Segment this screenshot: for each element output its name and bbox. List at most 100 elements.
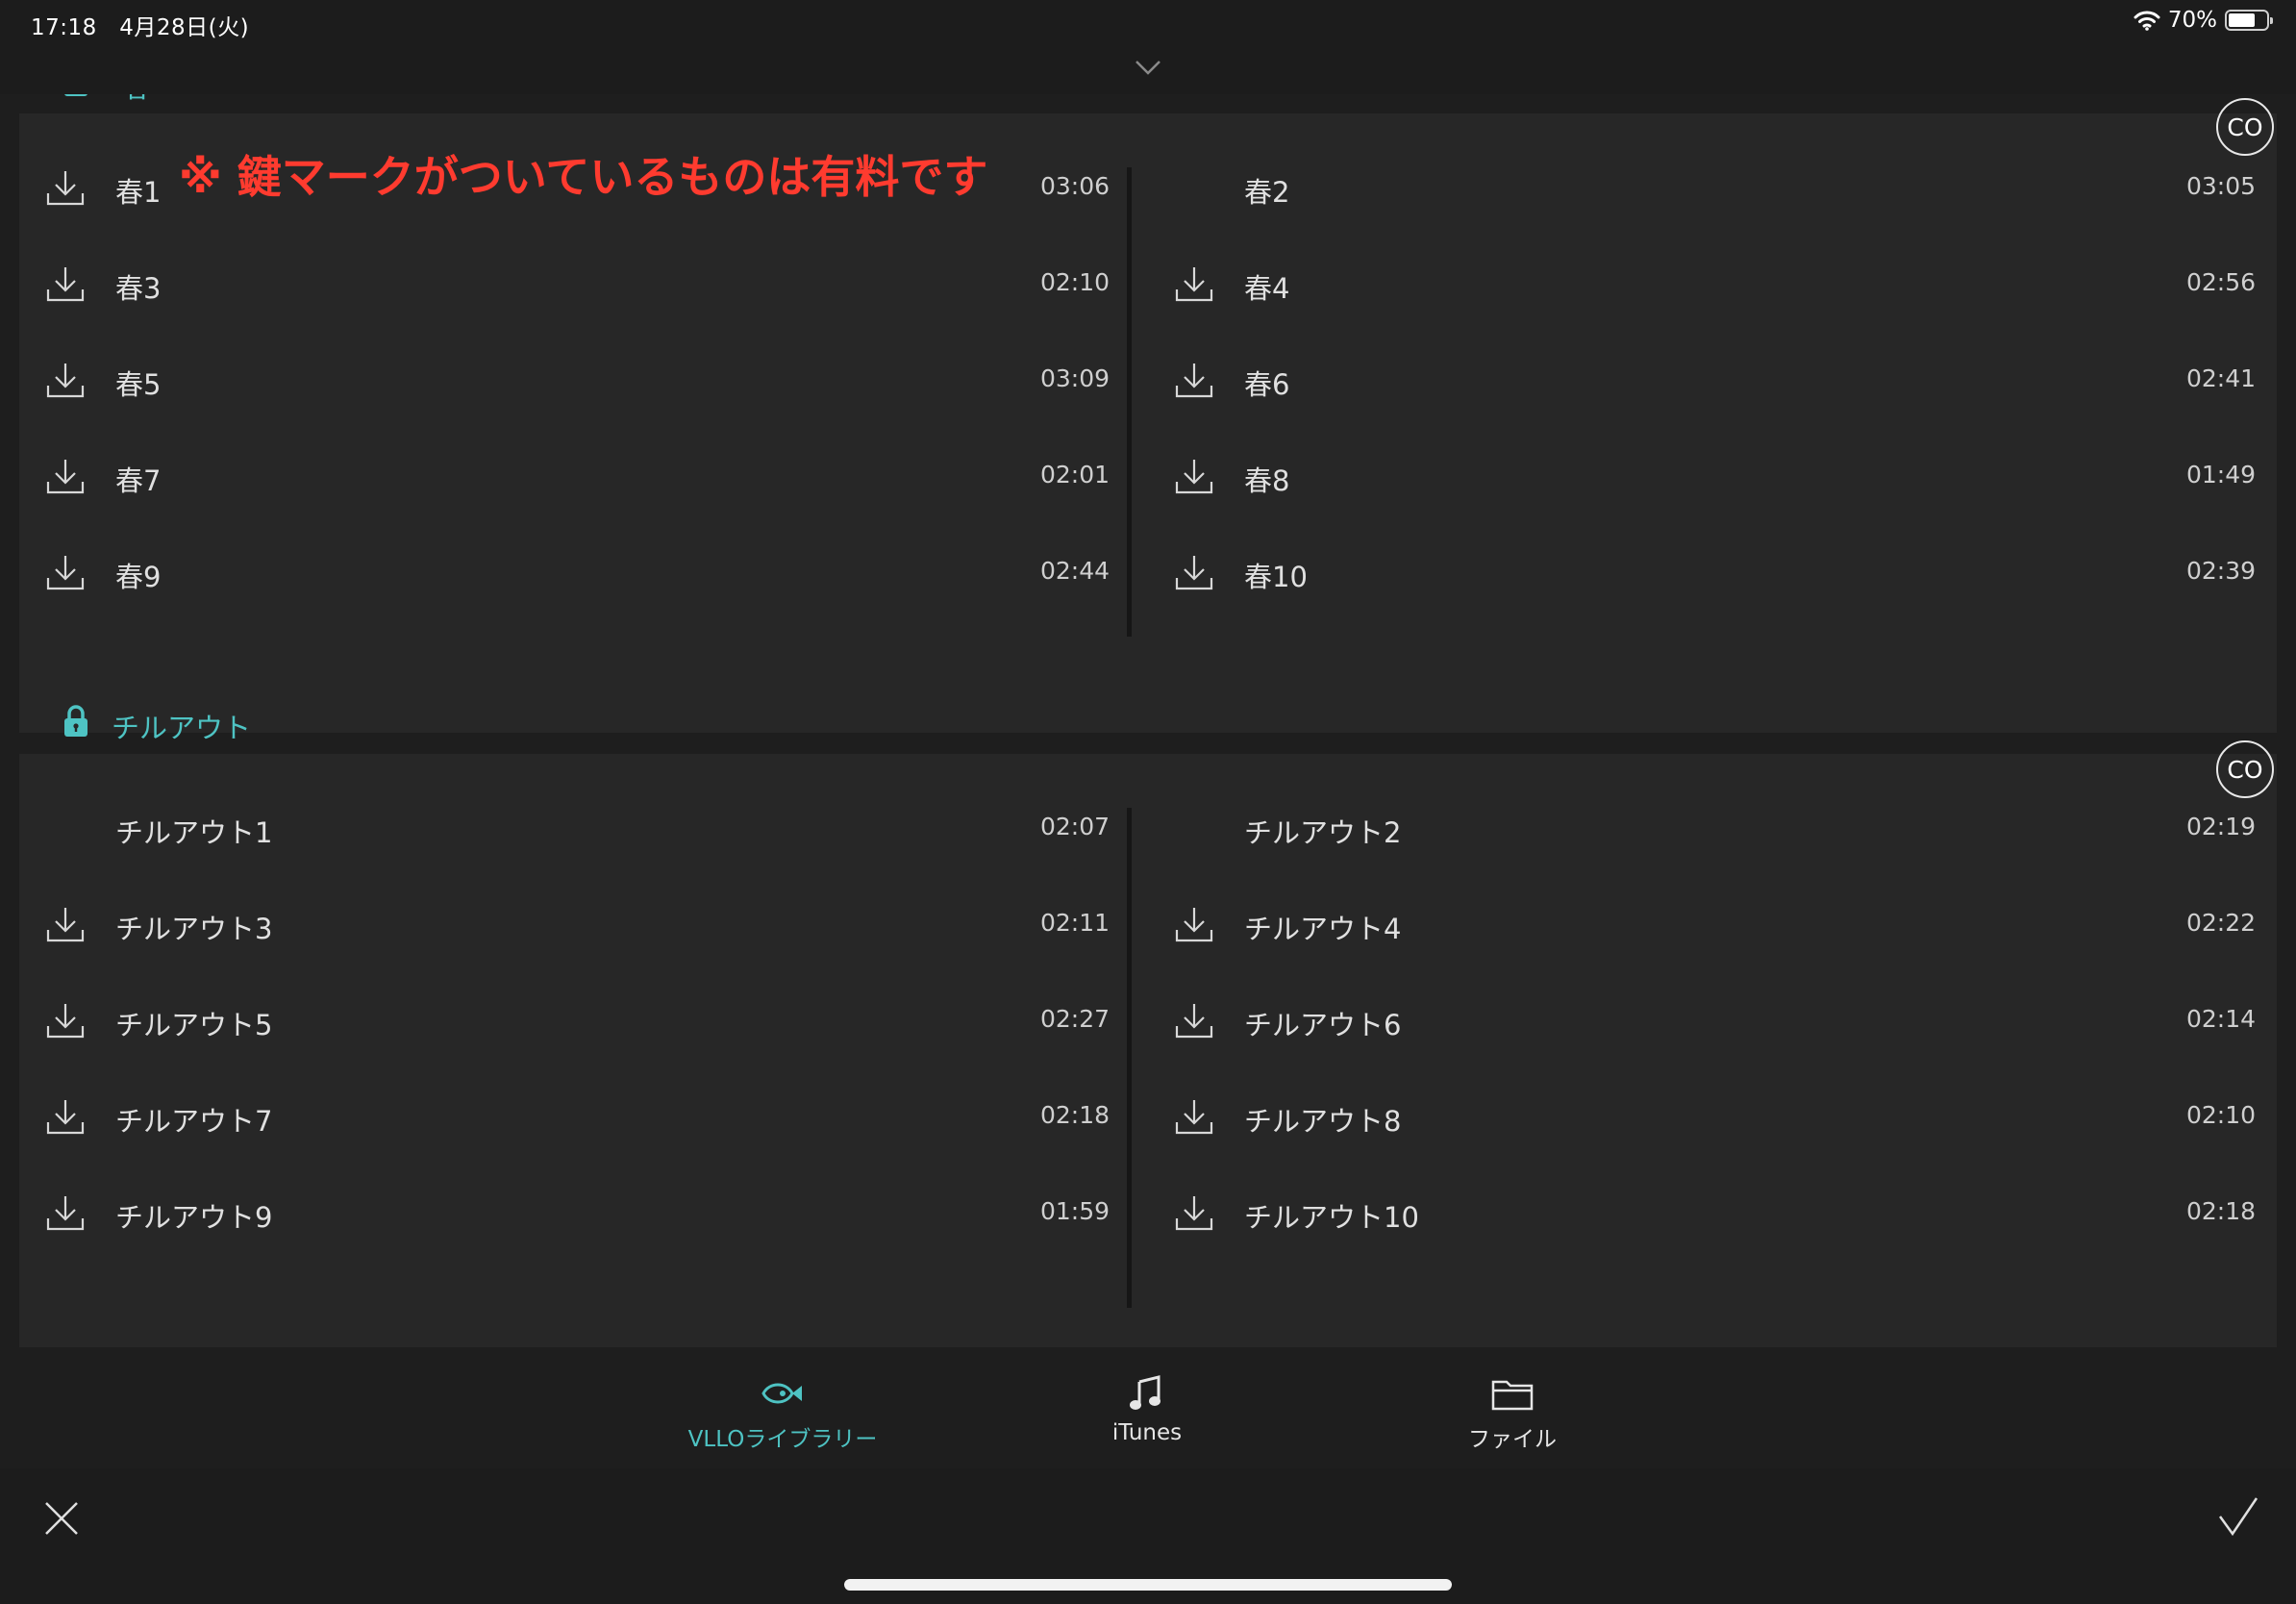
- download-icon[interactable]: [46, 1001, 85, 1040]
- track-row[interactable]: チルアウト10 02:18: [1148, 1164, 2277, 1260]
- track-duration: 02:10: [2185, 1101, 2256, 1129]
- track-name: 春7: [115, 464, 162, 497]
- track-name: 春6: [1244, 368, 1290, 401]
- track-duration: 03:06: [1039, 172, 1110, 200]
- chevron-down-icon[interactable]: [1134, 56, 1162, 79]
- track-row[interactable]: チルアウト2 02:19: [1148, 779, 2277, 875]
- track-row[interactable]: 春4 02:56: [1148, 235, 2277, 331]
- checkmark-icon[interactable]: [2217, 1495, 2259, 1538]
- column-divider: [1127, 167, 1132, 637]
- download-icon[interactable]: [1175, 1001, 1213, 1040]
- track-row[interactable]: 春8 01:49: [1148, 427, 2277, 523]
- track-name: チルアウト10: [1244, 1201, 1419, 1234]
- status-bar: 17:18 4月28日(火) 70%: [0, 0, 2296, 44]
- track-duration: 02:10: [1039, 268, 1110, 296]
- lock-icon: [64, 94, 87, 96]
- track-row[interactable]: 春3 02:10: [19, 235, 1127, 331]
- track-name: チルアウト3: [115, 913, 273, 945]
- folder-icon: [1491, 1380, 1534, 1411]
- tab-vllo-library[interactable]: VLLOライブラリー: [658, 1347, 908, 1468]
- track-name: 春2: [1244, 176, 1290, 209]
- track-row[interactable]: 春9 02:44: [19, 523, 1127, 619]
- source-tab-bar: VLLOライブラリー iTunes ファイル: [0, 1347, 2296, 1468]
- download-icon[interactable]: [1175, 553, 1213, 591]
- status-time-date: 17:18 4月28日(火): [31, 15, 250, 40]
- track-duration: 02:19: [2185, 813, 2256, 840]
- track-row[interactable]: 春7 02:01: [19, 427, 1127, 523]
- tab-label: ファイル: [1468, 1427, 1557, 1452]
- track-duration: 02:11: [1039, 909, 1110, 937]
- track-row[interactable]: チルアウト4 02:22: [1148, 875, 2277, 971]
- track-name: チルアウト4: [1244, 913, 1402, 945]
- download-icon[interactable]: [46, 457, 85, 495]
- track-duration: 02:22: [2185, 909, 2256, 937]
- download-icon[interactable]: [1175, 361, 1213, 399]
- download-icon[interactable]: [1175, 457, 1213, 495]
- track-name: チルアウト2: [1244, 816, 1402, 849]
- lock-icon: [64, 705, 87, 737]
- track-duration: 01:59: [1039, 1197, 1110, 1225]
- music-note-icon: [1130, 1375, 1160, 1410]
- section-title: チルアウト: [112, 712, 252, 744]
- track-row[interactable]: チルアウト8 02:10: [1148, 1067, 2277, 1164]
- bottom-action-bar: [0, 1468, 2296, 1604]
- track-duration: 02:01: [1039, 461, 1110, 489]
- track-duration: 02:07: [1039, 813, 1110, 840]
- track-name: 春1: [115, 176, 162, 209]
- track-name: 春4: [1244, 272, 1290, 305]
- track-row[interactable]: チルアウト5 02:27: [19, 971, 1127, 1067]
- track-duration: 02:18: [2185, 1197, 2256, 1225]
- download-icon[interactable]: [46, 905, 85, 943]
- track-duration: 03:09: [1039, 364, 1110, 392]
- download-icon[interactable]: [46, 1193, 85, 1232]
- track-name: チルアウト1: [115, 816, 273, 849]
- battery-icon: [2225, 10, 2273, 31]
- download-icon[interactable]: [1175, 264, 1213, 303]
- track-name: 春10: [1244, 561, 1308, 593]
- track-row[interactable]: チルアウト9 01:59: [19, 1164, 1127, 1260]
- track-name: チルアウト6: [1244, 1009, 1402, 1041]
- home-indicator[interactable]: [844, 1579, 1452, 1591]
- tab-files[interactable]: ファイル: [1387, 1347, 1637, 1468]
- tab-label: VLLOライブラリー: [687, 1427, 878, 1452]
- battery-percentage: 70%: [2167, 8, 2217, 33]
- tab-itunes[interactable]: iTunes: [1022, 1347, 1272, 1468]
- track-name: 春8: [1244, 464, 1290, 497]
- track-name: 春3: [115, 272, 162, 305]
- track-duration: 02:39: [2185, 557, 2256, 585]
- track-name: チルアウト8: [1244, 1105, 1402, 1138]
- track-duration: 02:27: [1039, 1005, 1110, 1033]
- track-duration: 02:18: [1039, 1101, 1110, 1129]
- download-icon[interactable]: [1175, 1097, 1213, 1136]
- track-duration: 03:05: [2185, 172, 2256, 200]
- music-library-content[interactable]: 春※ 鍵マークがついているものは有料ですCO春103:06春203:05春302…: [0, 94, 2296, 1347]
- track-row[interactable]: 春5 03:09: [19, 331, 1127, 427]
- download-icon[interactable]: [1175, 905, 1213, 943]
- download-icon[interactable]: [46, 553, 85, 591]
- column-divider: [1127, 808, 1132, 1308]
- track-row[interactable]: チルアウト3 02:11: [19, 875, 1127, 971]
- track-name: 春9: [115, 561, 162, 593]
- track-duration: 02:44: [1039, 557, 1110, 585]
- track-duration: 02:41: [2185, 364, 2256, 392]
- track-name: チルアウト9: [115, 1201, 273, 1234]
- track-duration: 01:49: [2185, 461, 2256, 489]
- wifi-icon: [2134, 11, 2160, 31]
- track-duration: 02:14: [2185, 1005, 2256, 1033]
- track-row[interactable]: チルアウト6 02:14: [1148, 971, 2277, 1067]
- track-row[interactable]: 春1 03:06: [19, 138, 1127, 235]
- download-icon[interactable]: [46, 1097, 85, 1136]
- download-icon[interactable]: [46, 168, 85, 207]
- fish-icon: [761, 1383, 802, 1404]
- download-icon[interactable]: [46, 264, 85, 303]
- track-name: 春5: [115, 368, 162, 401]
- close-icon[interactable]: [42, 1499, 81, 1538]
- track-row[interactable]: 春6 02:41: [1148, 331, 2277, 427]
- download-icon[interactable]: [1175, 1193, 1213, 1232]
- track-row[interactable]: チルアウト1 02:07: [19, 779, 1127, 875]
- download-icon[interactable]: [46, 361, 85, 399]
- section-title: 春: [123, 94, 151, 106]
- track-row[interactable]: 春10 02:39: [1148, 523, 2277, 619]
- track-row[interactable]: チルアウト7 02:18: [19, 1067, 1127, 1164]
- track-row[interactable]: 春2 03:05: [1148, 138, 2277, 235]
